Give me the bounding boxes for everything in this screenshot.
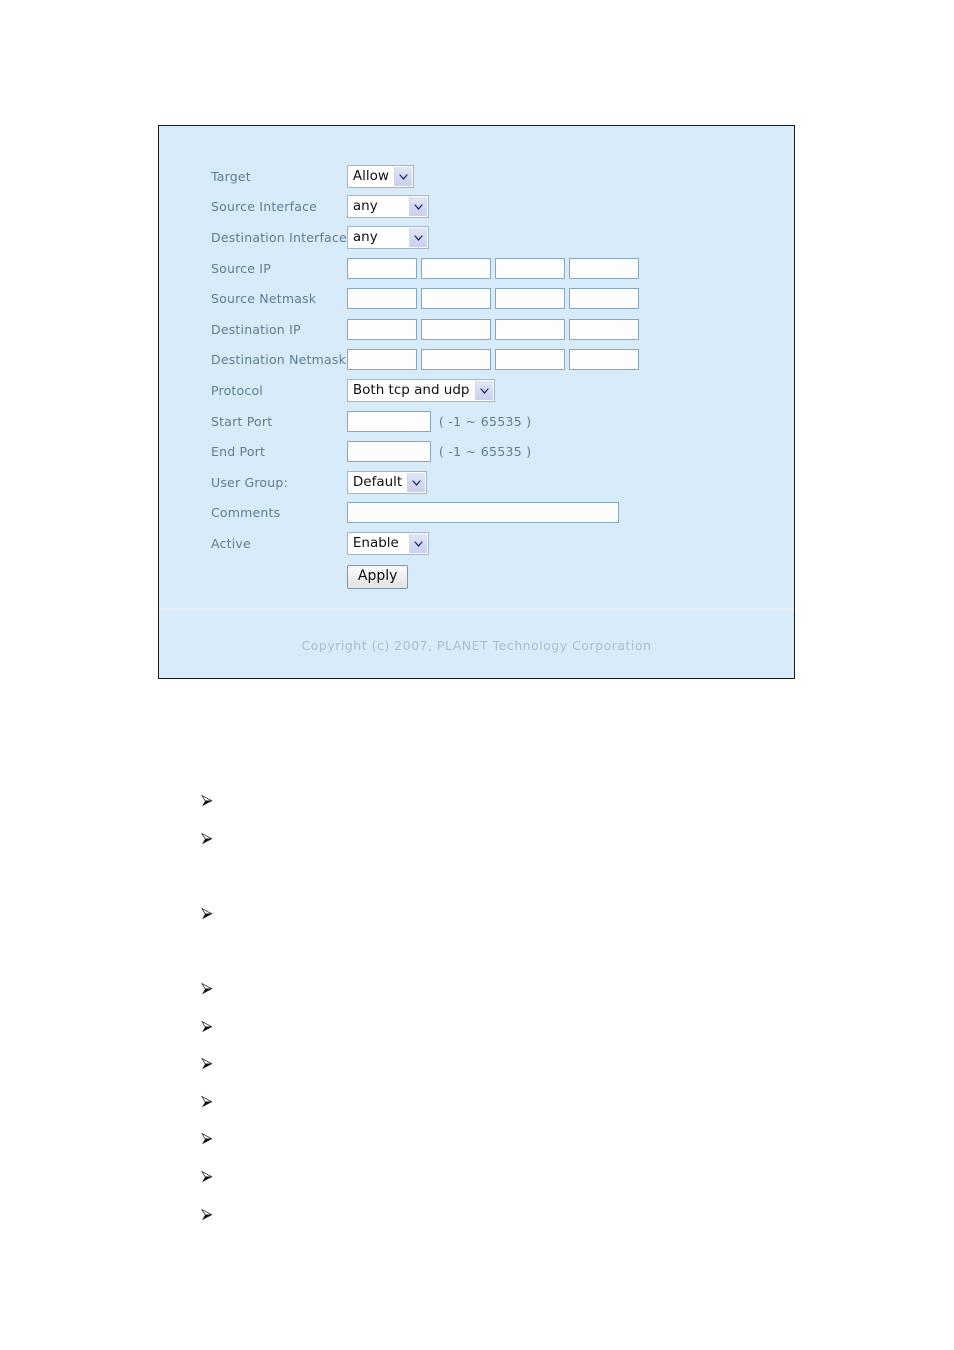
- select-value-user-group: Default: [352, 473, 403, 490]
- select-value-destination-interface: any: [352, 228, 378, 245]
- input-source-ip-octet-2[interactable]: [420, 257, 491, 279]
- label-source-ip: Source IP: [211, 260, 271, 276]
- control-destination-netmask: [346, 345, 643, 376]
- control-end-port: ( -1 ~ 65535 ): [346, 436, 643, 467]
- arrowhead-bullet-icon: [200, 1132, 216, 1148]
- control-destination-interface: any: [346, 222, 643, 253]
- input-comments[interactable]: [346, 502, 619, 524]
- chevron-down-icon[interactable]: [408, 227, 427, 247]
- label-protocol: Protocol: [211, 382, 263, 398]
- select-value-protocol: Both tcp and udp: [352, 381, 470, 398]
- input-source-ip-octet-1[interactable]: [346, 257, 417, 279]
- input-destination-netmask-octet-4[interactable]: [568, 349, 639, 371]
- select-active[interactable]: Enable: [346, 531, 429, 555]
- chevron-down-icon[interactable]: [474, 380, 493, 400]
- arrowhead-bullet-icon: [200, 1020, 216, 1036]
- chevron-down-icon[interactable]: [393, 166, 412, 186]
- input-source-netmask-octet-3[interactable]: [494, 288, 565, 310]
- control-comments: [346, 498, 643, 529]
- control-source-ip: [346, 253, 643, 284]
- arrowhead-bullet-icon: [200, 1057, 216, 1073]
- apply-button[interactable]: Apply: [346, 565, 409, 590]
- form-row-protocol: Protocol Both tcp and udp: [211, 375, 643, 406]
- form-row-start-port: Start Port ( -1 ~ 65535 ): [211, 406, 643, 437]
- form-row-comments: Comments: [211, 498, 643, 529]
- firewall-rule-panel: Target Allow Source Interface any Destinatio…: [158, 125, 795, 679]
- control-source-interface: any: [346, 192, 643, 223]
- arrowhead-bullet-icon: [200, 832, 216, 848]
- form-row-apply: Apply: [211, 559, 643, 590]
- input-destination-ip-octet-3[interactable]: [494, 318, 565, 340]
- label-user-group: User Group:: [211, 474, 288, 490]
- control-destination-ip: [346, 314, 643, 345]
- select-value-source-interface: any: [352, 198, 378, 215]
- select-value-target: Allow: [352, 167, 389, 184]
- label-target: Target: [211, 168, 251, 184]
- arrowhead-bullet-icon: [200, 794, 216, 810]
- label-source-netmask: Source Netmask: [211, 291, 317, 307]
- select-source-interface[interactable]: any: [346, 195, 429, 219]
- form-row-source-ip: Source IP: [211, 253, 643, 284]
- input-source-netmask-octet-1[interactable]: [346, 288, 417, 310]
- input-source-ip-octet-4[interactable]: [568, 257, 639, 279]
- select-value-active: Enable: [352, 534, 399, 551]
- input-source-netmask-octet-4[interactable]: [568, 288, 639, 310]
- arrowhead-bullet-icon: [200, 1208, 216, 1224]
- select-target[interactable]: Allow: [346, 164, 414, 188]
- select-destination-interface[interactable]: any: [346, 225, 429, 249]
- control-active: Enable: [346, 528, 643, 559]
- input-destination-netmask-octet-1[interactable]: [346, 349, 417, 371]
- control-protocol: Both tcp and udp: [346, 375, 643, 406]
- hint-start-port: ( -1 ~ 65535 ): [438, 413, 532, 429]
- form-row-user-group: User Group: Default: [211, 467, 643, 498]
- rule-field-table: Target Allow Source Interface any Destinatio…: [211, 161, 643, 590]
- control-target: Allow: [346, 161, 643, 192]
- label-source-interface: Source Interface: [211, 199, 318, 215]
- form-row-source-netmask: Source Netmask: [211, 283, 643, 314]
- form-row-destination-ip: Destination IP: [211, 314, 643, 345]
- input-destination-ip-octet-2[interactable]: [420, 318, 491, 340]
- arrowhead-bullet-icon: [200, 907, 216, 923]
- input-end-port[interactable]: [346, 441, 431, 463]
- form-row-destination-netmask: Destination Netmask: [211, 345, 643, 376]
- label-destination-interface: Destination Interface: [211, 229, 347, 245]
- label-active: Active: [211, 535, 251, 551]
- form-row-destination-interface: Destination Interface any: [211, 222, 643, 253]
- apply-row-spacer: [211, 559, 347, 590]
- panel-footer: Copyright (c) 2007, PLANET Technology Co…: [159, 608, 794, 678]
- chevron-down-icon[interactable]: [408, 197, 427, 217]
- form-row-end-port: End Port ( -1 ~ 65535 ): [211, 436, 643, 467]
- label-end-port: End Port: [211, 444, 266, 460]
- input-destination-netmask-octet-3[interactable]: [494, 349, 565, 371]
- input-destination-ip-octet-4[interactable]: [568, 318, 639, 340]
- label-destination-ip: Destination IP: [211, 321, 301, 337]
- control-start-port: ( -1 ~ 65535 ): [346, 406, 643, 437]
- apply-row-cell: Apply: [346, 559, 643, 590]
- input-destination-netmask-octet-2[interactable]: [420, 349, 491, 371]
- control-source-netmask: [346, 283, 643, 314]
- label-comments: Comments: [211, 505, 281, 521]
- input-start-port[interactable]: [346, 410, 431, 432]
- form-row-source-interface: Source Interface any: [211, 192, 643, 223]
- input-destination-ip-octet-1[interactable]: [346, 318, 417, 340]
- chevron-down-icon[interactable]: [408, 533, 427, 553]
- firewall-rule-form: Target Allow Source Interface any Destinatio…: [159, 126, 794, 608]
- label-destination-netmask: Destination Netmask: [211, 352, 347, 368]
- copyright-text: Copyright (c) 2007, PLANET Technology Co…: [301, 638, 652, 653]
- arrowhead-bullet-icon: [200, 1170, 216, 1186]
- hint-end-port: ( -1 ~ 65535 ): [438, 444, 532, 460]
- form-row-active: Active Enable: [211, 528, 643, 559]
- form-row-target: Target Allow: [211, 161, 643, 192]
- select-protocol[interactable]: Both tcp and udp: [346, 378, 495, 402]
- label-start-port: Start Port: [211, 413, 273, 429]
- arrowhead-bullet-icon: [200, 982, 216, 998]
- arrowhead-bullet-icon: [200, 1095, 216, 1111]
- select-user-group[interactable]: Default: [346, 470, 427, 494]
- control-user-group: Default: [346, 467, 643, 498]
- input-source-netmask-octet-2[interactable]: [420, 288, 491, 310]
- chevron-down-icon[interactable]: [406, 472, 425, 492]
- input-source-ip-octet-3[interactable]: [494, 257, 565, 279]
